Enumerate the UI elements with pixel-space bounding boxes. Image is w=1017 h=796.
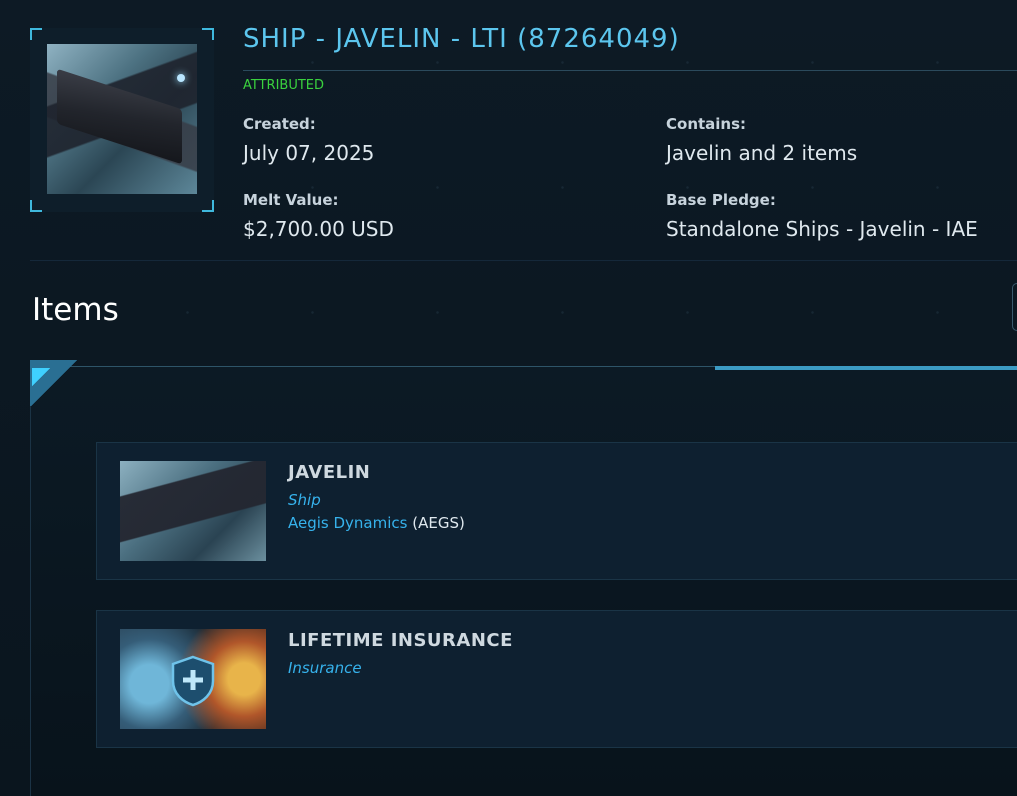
frame-corner (202, 28, 214, 40)
melt-value-label: Melt Value: (243, 191, 339, 209)
contains-label: Contains: (666, 115, 747, 133)
ship-thumbnail (120, 461, 266, 561)
manufacturer-code: AEGS (418, 514, 459, 532)
item-manufacturer: Aegis Dynamics (AEGS) (288, 514, 465, 532)
items-heading: Items (32, 292, 119, 328)
melt-value: $2,700.00 USD (243, 217, 394, 241)
manufacturer-name: Aegis Dynamics (288, 514, 408, 532)
panel-corner-accent (32, 368, 50, 386)
frame-corner (202, 200, 214, 212)
frame-corner (30, 28, 42, 40)
pledge-status-badge: ATTRIBUTED (243, 78, 325, 93)
section-divider (30, 260, 1017, 261)
pledge-thumbnail-frame (30, 28, 214, 212)
pledge-title: SHIP - JAVELIN - LTI (87264049) (243, 24, 680, 54)
insurance-shield-icon (171, 655, 215, 707)
base-pledge-value: Standalone Ships - Javelin - IAE (666, 217, 978, 241)
scroll-handle[interactable] (1012, 283, 1017, 331)
item-type: Ship (288, 491, 321, 509)
created-value: July 07, 2025 (243, 141, 375, 165)
pledge-ship-image (47, 44, 197, 194)
item-card-javelin[interactable]: JAVELIN Ship Aegis Dynamics (AEGS) (96, 442, 1017, 580)
item-card-insurance[interactable]: LIFETIME INSURANCE Insurance (96, 610, 1017, 748)
insurance-thumbnail (120, 629, 266, 729)
frame-corner (30, 200, 42, 212)
base-pledge-label: Base Pledge: (666, 191, 776, 209)
created-label: Created: (243, 115, 316, 133)
panel-accent-bar (715, 366, 1017, 370)
title-divider (243, 70, 1017, 71)
item-name: LIFETIME INSURANCE (288, 630, 513, 651)
item-name: JAVELIN (288, 462, 371, 483)
item-type: Insurance (288, 659, 362, 677)
contains-value: Javelin and 2 items (666, 141, 858, 165)
